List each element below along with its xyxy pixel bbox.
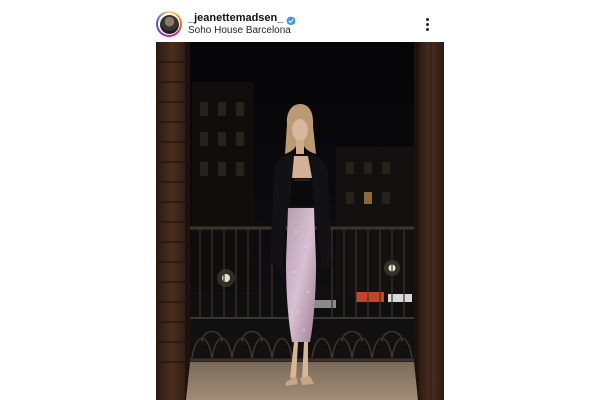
post-header: _jeanettemadsen_ Soho House Barcelona [156, 8, 444, 40]
username-link[interactable]: _jeanettemadsen_ [188, 12, 283, 25]
avatar[interactable] [156, 11, 182, 37]
post-photo[interactable] [156, 42, 444, 400]
user-block: _jeanettemadsen_ Soho House Barcelona [188, 12, 297, 37]
avatar-inner [158, 13, 180, 35]
photo-scene [156, 42, 444, 400]
left-door [156, 42, 190, 400]
more-options-icon[interactable] [420, 15, 434, 33]
name-row: _jeanettemadsen_ [188, 12, 297, 26]
location-link[interactable]: Soho House Barcelona [188, 25, 296, 37]
verified-badge-icon [286, 13, 297, 26]
right-door [414, 42, 444, 400]
instagram-post: _jeanettemadsen_ Soho House Barcelona [0, 0, 600, 400]
more-dot [425, 22, 429, 26]
more-dot [425, 27, 429, 31]
avatar-image [159, 14, 179, 34]
more-dot [425, 17, 429, 21]
